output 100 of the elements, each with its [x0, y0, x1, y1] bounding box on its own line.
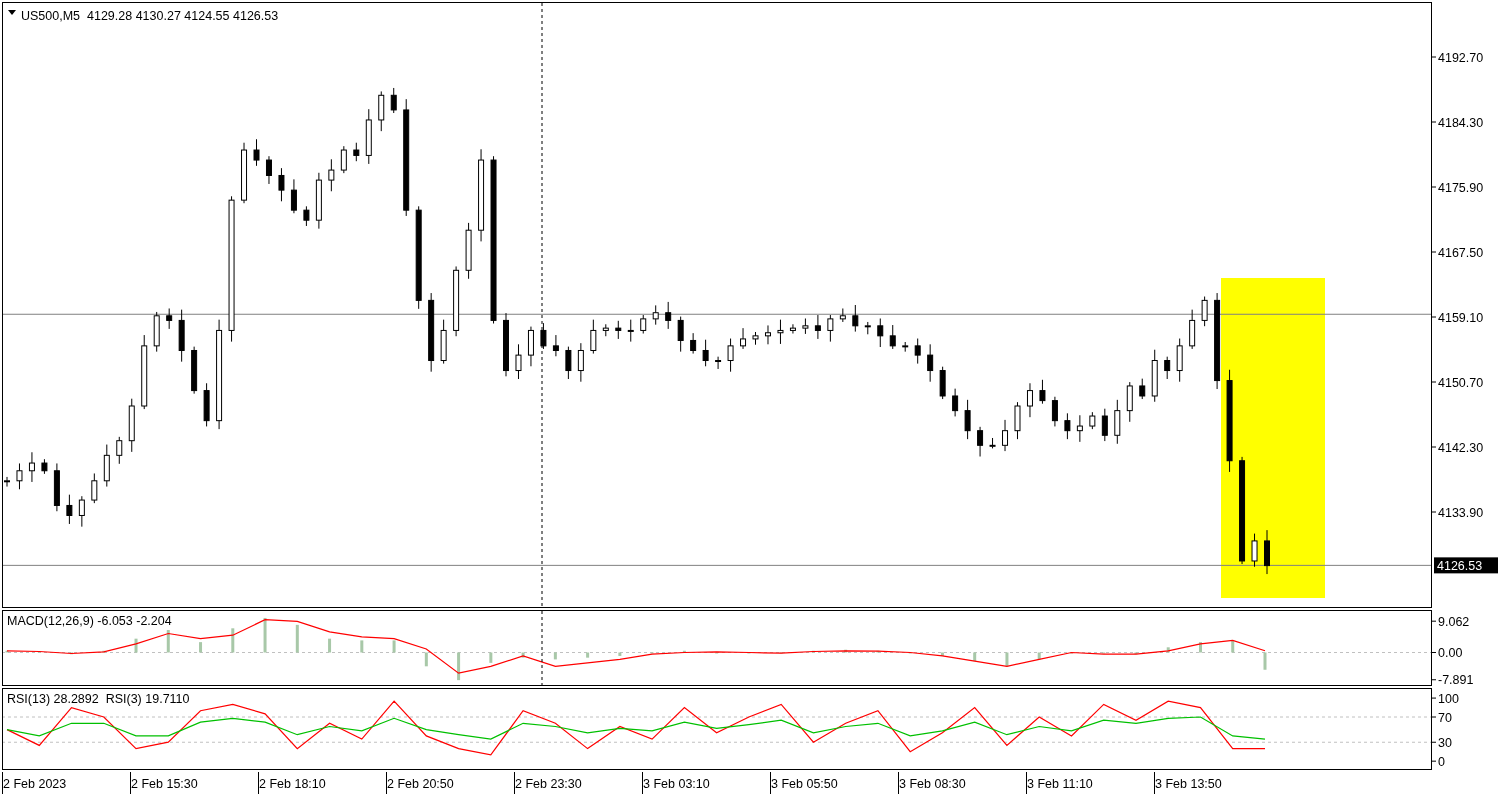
candlestick [964, 399, 971, 440]
candlestick [116, 436, 123, 465]
time-axis-label: 3 Feb 11:10 [1026, 772, 1154, 794]
candlestick [191, 346, 198, 395]
candlestick [503, 312, 509, 377]
candlestick [1139, 378, 1146, 400]
candlestick [802, 318, 809, 335]
candlestick [889, 324, 896, 350]
candlestick [577, 342, 584, 383]
histogram-bar [166, 630, 170, 653]
candlestick [41, 458, 48, 475]
histogram-bar [457, 652, 461, 681]
time-axis-label: 2 Feb 23:30 [514, 772, 642, 794]
candlestick [1064, 412, 1071, 440]
candlestick [740, 327, 747, 350]
candlestick [378, 90, 385, 132]
axis-tick-label: 4192.70 [1438, 50, 1484, 65]
candlestick [702, 339, 709, 367]
histogram-bar [489, 652, 493, 663]
candlestick [789, 323, 796, 335]
candlestick [266, 155, 272, 185]
histogram-bar [424, 652, 428, 667]
candlestick [1014, 401, 1021, 440]
candlestick [1164, 356, 1171, 380]
candlestick [677, 316, 684, 353]
candlestick [390, 87, 397, 114]
axis-tick-label: 4150.70 [1438, 375, 1484, 390]
candlestick [952, 388, 959, 417]
time-axis-label: 3 Feb 08:30 [898, 772, 1026, 794]
candlestick [989, 437, 996, 449]
candlestick [615, 320, 622, 340]
current-price-tag: 4126.53 [1434, 557, 1498, 574]
candlestick [315, 172, 322, 230]
histogram-bar [618, 652, 622, 656]
time-axis-label: 2 Feb 15:30 [130, 772, 258, 794]
candlestick [78, 495, 85, 528]
candlestick [765, 324, 771, 345]
axis-tick-label: 9.062 [1438, 614, 1470, 629]
candlestick [153, 311, 160, 353]
candlestick [303, 205, 310, 227]
axis-tick-label: 4159.10 [1438, 310, 1484, 325]
candlestick [253, 138, 260, 167]
candlestick [1089, 411, 1096, 430]
axis-tick-label: 0.00 [1438, 646, 1463, 660]
candlestick [1051, 396, 1058, 427]
histogram-bar [360, 640, 364, 653]
histogram-bar [521, 652, 525, 658]
axis-tick-label: 30 [1438, 735, 1452, 750]
histogram-bar [70, 652, 73, 655]
candlestick [927, 343, 934, 383]
histogram-bar [1199, 642, 1202, 653]
candlestick [166, 307, 173, 330]
time-axis-label: 3 Feb 05:50 [770, 772, 898, 794]
candlestick [365, 108, 372, 165]
histogram-bar [553, 652, 557, 660]
candlestick [877, 318, 884, 348]
candlestick [178, 309, 185, 363]
candlestick [939, 366, 946, 400]
candlestick [1076, 414, 1083, 443]
candlestick [640, 314, 647, 335]
candlestick [28, 451, 35, 483]
candlestick [203, 382, 210, 427]
histogram-bar [328, 638, 332, 653]
candlestick [91, 472, 98, 504]
candlestick [1251, 533, 1258, 568]
candlestick [1189, 309, 1196, 350]
candlestick [278, 167, 285, 202]
candlestick [864, 321, 871, 335]
axis-tick-label: -7.891 [1438, 673, 1474, 688]
dropdown-triangle-icon[interactable] [8, 10, 16, 15]
time-axis-label: 2 Feb 2023 [2, 772, 130, 794]
candlestick [1026, 382, 1033, 418]
axis-tick-label: 4167.50 [1438, 245, 1484, 260]
histogram-bar [586, 652, 590, 658]
histogram-bar [1263, 652, 1267, 670]
histogram-bar [5, 650, 9, 653]
axis-tick-label: 4142.30 [1438, 440, 1484, 455]
time-axis-label: 3 Feb 13:50 [1154, 772, 1282, 794]
candlestick [752, 331, 759, 346]
candlestick [1101, 408, 1108, 442]
candlestick [1201, 296, 1208, 327]
histogram-bar [295, 624, 299, 653]
chart-header: US500,M5 4129.28 4130.27 4124.55 4126.53 [21, 9, 279, 23]
candlestick [852, 304, 859, 333]
candlestick [777, 319, 784, 345]
candlestick [16, 462, 23, 490]
candlestick [914, 338, 921, 365]
candlestick [1002, 419, 1008, 452]
candlestick [727, 338, 734, 373]
candlestick [328, 158, 335, 192]
candlestick [652, 304, 659, 326]
axis-tick-label: 70 [1438, 710, 1452, 725]
histogram-bar [1231, 640, 1235, 653]
histogram-bar [1037, 652, 1041, 660]
candlestick [440, 319, 447, 365]
axis-tick-label: 100 [1438, 691, 1459, 706]
candlestick [66, 494, 73, 525]
histogram-bar [1166, 647, 1170, 653]
candlestick [665, 301, 672, 330]
candlestick [1126, 381, 1133, 423]
